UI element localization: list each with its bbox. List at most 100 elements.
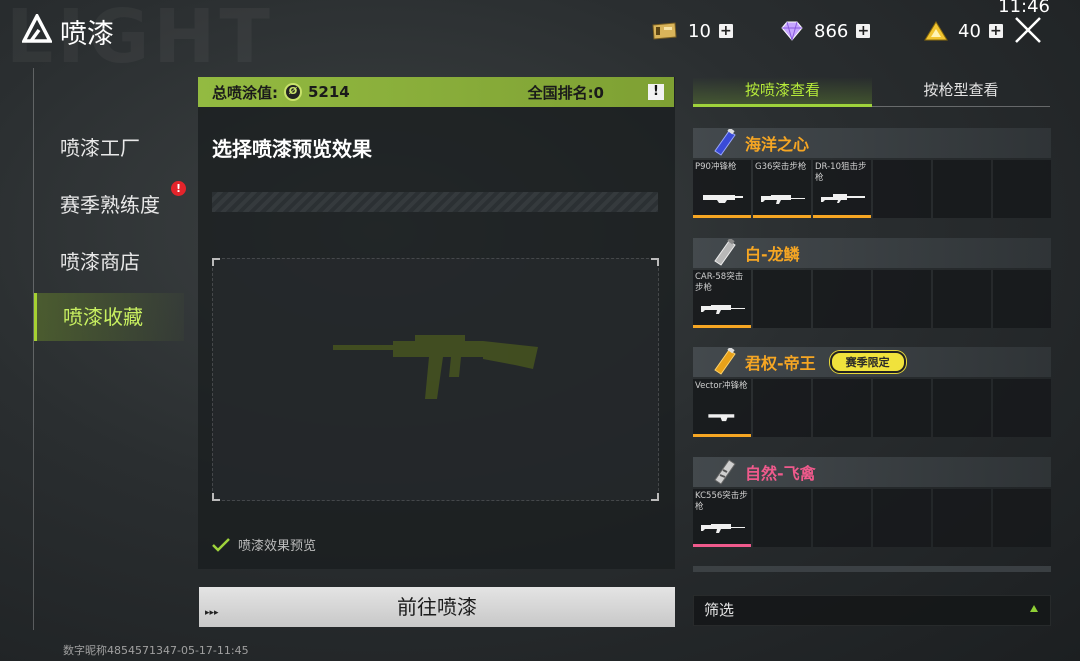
sidebar-item-label: 喷漆商店 — [60, 250, 140, 274]
weapon-cell[interactable]: G36突击步枪 — [753, 160, 811, 218]
rarity-bar — [693, 544, 751, 547]
rarity-bar — [693, 434, 751, 437]
corner-mark — [651, 493, 659, 501]
go-spray-button[interactable]: 前往喷漆 — [199, 587, 675, 627]
close-icon[interactable] — [1014, 16, 1042, 44]
score-bar: 总喷涂值: Ø 5214 全国排名:0 ! — [198, 77, 674, 107]
collection-header[interactable]: 白-龙鳞 — [693, 238, 1051, 268]
weapon-cells: P90冲锋枪 G36突击步枪 DR-10狙击步枪 — [693, 160, 1051, 218]
sidebar-item-spray-shop[interactable]: 喷漆商店 — [34, 238, 184, 286]
collection-group: 海洋之心 P90冲锋枪 G36突击步枪 DR-10狙击步枪 — [693, 128, 1051, 218]
weapon-preview-area[interactable] — [212, 258, 659, 501]
weapon-cell[interactable]: DR-10狙击步枪 — [813, 160, 871, 218]
weapon-name: DR-10狙击步枪 — [815, 162, 867, 183]
weapon-cell-empty — [813, 379, 871, 437]
collection-header[interactable]: 君权-帝王 赛季限定 — [693, 347, 1051, 377]
tab-by-weapon[interactable]: 按枪型查看 — [872, 77, 1050, 107]
sidebar-item-label: 喷漆工厂 — [60, 136, 140, 160]
weapon-name: P90冲锋枪 — [695, 162, 737, 172]
currency-ticket: 10 + — [650, 18, 733, 44]
alert-badge: ! — [171, 181, 186, 196]
collection-group: 自然-飞禽 KC556突击步枪 — [693, 457, 1051, 547]
spray-can-icon — [693, 128, 745, 158]
weapon-cell[interactable]: Vector冲锋枪 — [693, 379, 751, 437]
smg-icon — [708, 414, 735, 422]
weapon-cell-empty — [933, 160, 991, 218]
rarity-bar — [813, 215, 871, 218]
page-title: 喷漆 — [60, 19, 114, 50]
checkmark-icon — [212, 537, 230, 552]
clock: 11:46 — [998, 0, 1050, 17]
sidebar-item-season-mastery[interactable]: 赛季熟练度 — [34, 181, 184, 229]
weapon-cell-empty — [753, 489, 811, 547]
weapon-cell[interactable]: KC556突击步枪 — [693, 489, 751, 547]
add-ticket-button[interactable]: + — [718, 24, 733, 38]
spray-selection-slot[interactable] — [212, 192, 658, 212]
weapon-cells: Vector冲锋枪 — [693, 379, 1051, 437]
filter-dropdown[interactable]: 筛选 — [693, 595, 1051, 626]
spray-preview-toggle[interactable]: 喷漆效果预览 — [212, 535, 316, 554]
sidebar-item-label: 赛季熟练度 — [60, 193, 160, 217]
collection-name: 君权-帝王 — [745, 354, 816, 373]
weapon-cell-empty — [993, 379, 1051, 437]
weapon-cell-empty — [933, 379, 991, 437]
weapon-cell-empty — [753, 379, 811, 437]
spray-can-icon — [693, 238, 745, 268]
ticket-icon — [652, 22, 677, 40]
corner-mark — [212, 493, 220, 501]
weapon-cell[interactable]: CAR-58突击步枪 — [693, 270, 751, 328]
collection-group: 君权-帝王 赛季限定 Vector冲锋枪 — [693, 347, 1051, 437]
collection-header[interactable]: 海洋之心 — [693, 128, 1051, 158]
ticket-count: 10 — [688, 20, 711, 42]
user-id-footer: 数字昵称4854571347-05-17-11:45 — [63, 644, 249, 657]
triangle-coin-icon — [924, 21, 948, 41]
rarity-bar — [693, 325, 751, 328]
weapon-cell-empty — [993, 270, 1051, 328]
weapon-cell-empty — [933, 270, 991, 328]
spray-can-icon — [693, 457, 745, 487]
spray-can-icon — [693, 347, 745, 377]
spray-points-icon: Ø — [284, 83, 302, 101]
sidebar-item-label: 喷漆收藏 — [63, 305, 143, 329]
sniper-icon — [821, 194, 865, 203]
collection-name: 白-龙鳞 — [745, 245, 800, 264]
coin-count: 40 — [958, 20, 981, 42]
weapon-name: KC556突击步枪 — [695, 491, 748, 512]
rarity-bar — [753, 215, 811, 218]
weapon-cell[interactable]: P90冲锋枪 — [693, 160, 751, 218]
weapon-name: CAR-58突击步枪 — [695, 272, 744, 293]
rifle-icon — [761, 195, 805, 204]
weapon-cell-empty — [873, 489, 931, 547]
collection-header[interactable]: 自然-飞禽 — [693, 457, 1051, 487]
tab-by-spray[interactable]: 按喷漆查看 — [693, 77, 872, 107]
weapon-cell-empty — [813, 270, 871, 328]
weapon-cell-empty — [873, 160, 931, 218]
corner-mark — [651, 258, 659, 266]
preview-title: 选择喷漆预览效果 — [212, 137, 372, 161]
weapon-cell-empty — [993, 160, 1051, 218]
score-label: 总喷涂值: — [212, 83, 278, 102]
spray-collection-list[interactable]: 海洋之心 P90冲锋枪 G36突击步枪 DR-10狙击步枪 白-龙鳞 CAR-5… — [693, 128, 1051, 573]
weapon-cell-empty — [993, 489, 1051, 547]
collection-group: 白-龙鳞 CAR-58突击步枪 — [693, 238, 1051, 328]
smg-icon — [703, 195, 743, 203]
arrows-icon: ▸▸▸ — [205, 608, 219, 618]
corner-mark — [212, 258, 220, 266]
info-button[interactable]: ! — [648, 84, 664, 100]
national-rank: 全国排名:0 — [527, 83, 604, 102]
sidebar-item-spray-collection[interactable]: 喷漆收藏 — [34, 293, 184, 341]
spray-preview-label: 喷漆效果预览 — [238, 539, 317, 554]
collection-name: 海洋之心 — [745, 135, 810, 154]
add-diamond-button[interactable]: + — [856, 24, 871, 38]
weapon-cell-empty — [813, 489, 871, 547]
currency-diamond: 866 + — [780, 18, 871, 44]
add-coin-button[interactable]: + — [988, 24, 1003, 38]
diamond-count: 866 — [814, 20, 849, 42]
rifle-silhouette-icon — [333, 335, 538, 399]
diamond-icon — [781, 21, 803, 41]
season-limited-badge: 赛季限定 — [829, 351, 906, 373]
rarity-bar — [693, 215, 751, 218]
sidebar-item-spray-factory[interactable]: 喷漆工厂 — [34, 124, 184, 172]
collection-name: 自然-飞禽 — [745, 464, 816, 483]
weapon-name: G36突击步枪 — [755, 162, 807, 172]
